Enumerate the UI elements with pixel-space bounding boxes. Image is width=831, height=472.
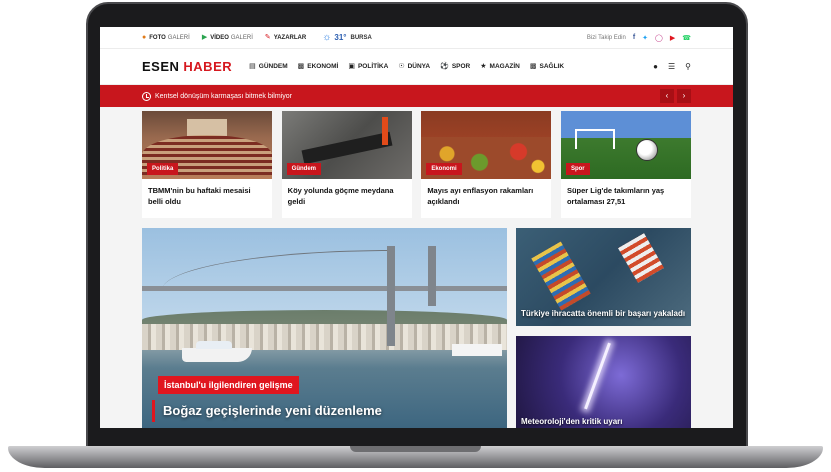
- news-card[interactable]: Ekonomi Mayıs ayı enflasyon rakamları aç…: [421, 111, 552, 218]
- card-title[interactable]: Köy yolunda göçme meydana geldi: [282, 179, 412, 208]
- star-icon: ★: [480, 63, 487, 70]
- laptop-notch: [350, 446, 481, 452]
- nav-item-saglik[interactable]: ▩ SAĞLIK: [530, 63, 564, 70]
- play-icon: ▶: [201, 34, 208, 41]
- twitter-icon[interactable]: ✦: [642, 34, 648, 42]
- photo-gallery-link[interactable]: ● FOTO GALERİ: [142, 34, 190, 41]
- side-story[interactable]: Türkiye ihracatta önemli bir başarı yaka…: [516, 228, 691, 326]
- hero-tag[interactable]: İstanbul'u ilgilendiren gelişme: [158, 376, 299, 394]
- nav-item-gundem[interactable]: ▤ GÜNDEM: [249, 63, 288, 70]
- news-card[interactable]: Politika TBMM'nin bu haftaki mesaisi bel…: [142, 111, 272, 218]
- side-story-title[interactable]: Meteoroloji'den kritik uyarı: [521, 416, 686, 428]
- card-title[interactable]: Mayıs ayı enflasyon rakamları açıklandı: [421, 179, 551, 208]
- ballot-icon: ▣: [348, 63, 355, 70]
- category-badge[interactable]: Spor: [565, 163, 590, 175]
- whatsapp-icon[interactable]: ☎: [682, 34, 691, 42]
- weather-widget[interactable]: ☼ 31° BURSA: [322, 32, 372, 43]
- writers-link[interactable]: ✎ YAZARLAR: [265, 34, 306, 41]
- browser-screen: ● FOTO GALERİ ▶ VİDEO GALERİ ✎ YAZARLAR …: [100, 27, 733, 428]
- card-title[interactable]: TBMM'nin bu haftaki mesaisi belli oldu: [142, 179, 272, 208]
- category-badge[interactable]: Gündem: [286, 163, 321, 175]
- card-title[interactable]: Süper Lig'de takımların yaş ortalaması 2…: [561, 179, 691, 208]
- clock-icon: [142, 91, 151, 101]
- newspaper-icon: ▤: [249, 63, 256, 70]
- yacht-image: [182, 341, 252, 362]
- breaking-nav: ‹ ›: [657, 89, 691, 103]
- breaking-news-bar: Kentsel dönüşüm karmaşası bitmek bilmiyo…: [100, 85, 733, 107]
- site-logo[interactable]: ESEN HABER: [142, 59, 232, 74]
- weather-temp: 31°: [334, 33, 347, 42]
- category-badge[interactable]: Politika: [147, 163, 179, 175]
- sun-icon: ☼: [322, 32, 332, 43]
- weather-city: BURSA: [350, 34, 372, 41]
- nav-item-magazin[interactable]: ★ MAGAZİN: [480, 63, 520, 70]
- headline-cards: Politika TBMM'nin bu haftaki mesaisi bel…: [142, 111, 691, 218]
- follow-label: Bizi Takip Edin: [586, 34, 626, 41]
- user-icon[interactable]: ●: [653, 62, 658, 71]
- youtube-icon[interactable]: ▶: [670, 34, 675, 42]
- news-card[interactable]: Spor Süper Lig'de takımların yaş ortalam…: [560, 111, 691, 218]
- side-story-title[interactable]: Türkiye ihracatta önemli bir başarı yaka…: [521, 308, 686, 320]
- nav-item-spor[interactable]: ⚽ SPOR: [440, 63, 470, 70]
- next-arrow-button[interactable]: ›: [677, 89, 691, 103]
- follow-us: Bizi Takip Edin f ✦ ◯ ▶ ☎: [587, 34, 691, 42]
- nav-item-ekonomi[interactable]: ▩ EKONOMİ: [298, 63, 339, 70]
- hero-story[interactable]: İstanbul'u ilgilendiren gelişme Boğaz ge…: [142, 228, 507, 428]
- main-nav: ▤ GÜNDEM ▩ EKONOMİ ▣ POLİTİKA ☉ DÜNYA ⚽ …: [249, 63, 574, 70]
- medkit-icon: ▩: [529, 63, 537, 70]
- instagram-icon[interactable]: ◯: [655, 34, 663, 42]
- side-stories: Türkiye ihracatta önemli bir başarı yaka…: [516, 228, 691, 428]
- nav-item-dunya[interactable]: ☉ DÜNYA: [398, 63, 430, 70]
- side-story[interactable]: Meteoroloji'den kritik uyarı: [516, 336, 691, 428]
- header-tools: ● ☰ ⚲: [643, 62, 691, 71]
- globe-icon: ☉: [398, 63, 405, 70]
- hero-headline[interactable]: Boğaz geçişlerinde yeni düzenleme: [152, 400, 382, 422]
- search-icon[interactable]: ⚲: [685, 62, 691, 71]
- chart-icon: ▩: [297, 63, 305, 70]
- breaking-news-text[interactable]: Kentsel dönüşüm karmaşası bitmek bilmiyo…: [155, 93, 292, 100]
- news-card[interactable]: Gündem Köy yolunda göçme meydana geldi: [281, 111, 412, 218]
- prev-arrow-button[interactable]: ‹: [660, 89, 674, 103]
- pen-icon: ✎: [264, 34, 271, 41]
- category-badge[interactable]: Ekonomi: [426, 163, 462, 175]
- football-icon: ⚽: [440, 63, 449, 70]
- menu-icon[interactable]: ☰: [668, 62, 675, 71]
- nav-item-politika[interactable]: ▣ POLİTİKA: [348, 63, 388, 70]
- top-strip: ● FOTO GALERİ ▶ VİDEO GALERİ ✎ YAZARLAR …: [100, 27, 733, 49]
- camera-icon: ●: [142, 34, 147, 41]
- lightning-image: [584, 342, 611, 410]
- site-header: ESEN HABER ▤ GÜNDEM ▩ EKONOMİ ▣ POLİTİKA…: [100, 49, 733, 85]
- facebook-icon[interactable]: f: [633, 34, 635, 41]
- video-gallery-link[interactable]: ▶ VİDEO GALERİ: [202, 34, 253, 41]
